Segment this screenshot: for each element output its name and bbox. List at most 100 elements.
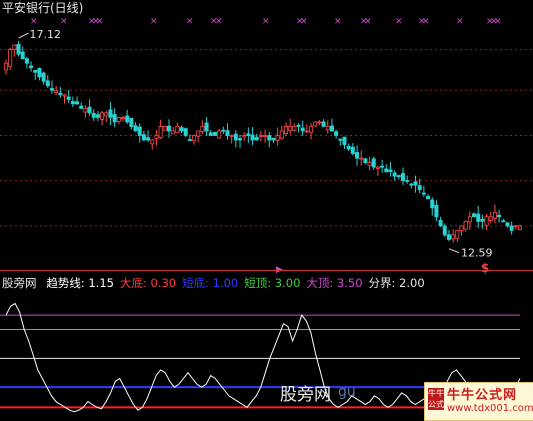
candle-body xyxy=(359,157,364,160)
candle-body xyxy=(321,121,326,127)
candle-body xyxy=(467,216,472,223)
candle-body xyxy=(375,166,380,169)
candle-body xyxy=(150,139,155,145)
candle-body xyxy=(296,124,301,127)
candle-body xyxy=(513,225,518,228)
candle-body xyxy=(41,72,46,82)
candle-body xyxy=(396,175,401,178)
cross-marker: ✕ xyxy=(395,17,403,27)
candle-body xyxy=(288,126,293,131)
candle-body xyxy=(505,222,510,227)
candle-body xyxy=(329,125,334,132)
candle-body xyxy=(459,225,464,232)
candle-body xyxy=(363,158,368,163)
candle-body xyxy=(258,135,263,137)
indicator-item: 短底: 1.00 xyxy=(182,276,239,290)
candle-body xyxy=(154,135,159,139)
candle-body xyxy=(146,137,151,141)
candle-body xyxy=(70,101,75,105)
indicator-item: 短顶: 3.00 xyxy=(244,276,301,290)
candle-body xyxy=(455,229,460,239)
candle-body xyxy=(246,133,251,136)
candle-body xyxy=(350,146,355,154)
candle-body xyxy=(334,131,339,136)
candle-body xyxy=(254,136,259,141)
annotation-leader xyxy=(448,248,460,254)
watermark-text: 股旁网 xyxy=(280,385,331,405)
annotation-leader xyxy=(18,32,29,39)
candle-body xyxy=(58,92,63,96)
candle-body xyxy=(263,135,268,137)
candle-body xyxy=(426,195,431,200)
indicator-item: 分界: 2.00 xyxy=(368,276,425,290)
candle-body xyxy=(355,152,360,159)
candle-body xyxy=(204,122,209,132)
candle-body xyxy=(283,126,288,134)
candle-body xyxy=(497,214,502,218)
brand-url: www.tdx001.com xyxy=(447,403,533,414)
chart-title: 平安银行(日线) xyxy=(2,1,84,15)
candle-body xyxy=(275,135,280,141)
chart-canvas: ✕✕✕✕✕✕✕✕✕✕✕✕✕✕✕✕✕✕✕✕✕✕ 17.1212.59$▶ xyxy=(0,17,533,413)
candle-body xyxy=(33,69,38,73)
cross-marker: ✕ xyxy=(215,17,223,27)
candle-body xyxy=(271,137,276,141)
candle-body xyxy=(87,106,92,114)
candle-body xyxy=(83,107,88,113)
indicator-item: 趋势线: 1.15 xyxy=(46,276,114,290)
candle-body xyxy=(20,51,25,60)
cross-marker: ✕ xyxy=(334,17,342,27)
candle-body xyxy=(442,225,447,236)
candle-body xyxy=(179,127,184,132)
cross-marker: ✕ xyxy=(422,17,430,27)
indicator-legend-bar: 股旁网 趋势线: 1.15 大底: 0.30 短底: 1.00 短顶: 3.00 大顶:… xyxy=(2,276,431,290)
high-price-label: 17.12 xyxy=(30,28,61,41)
candle-body xyxy=(66,96,71,100)
candle-body xyxy=(45,80,50,87)
candle-body xyxy=(501,220,506,223)
candle-body xyxy=(309,126,314,133)
candle-body xyxy=(175,126,180,134)
candle-body xyxy=(405,180,410,182)
panel-divider xyxy=(0,270,533,271)
price-grid xyxy=(0,49,533,227)
candle-body xyxy=(141,134,146,141)
candle-body xyxy=(187,139,192,141)
candle-body xyxy=(413,181,418,186)
candle-body xyxy=(238,138,243,141)
candle-body xyxy=(300,127,305,132)
candle-body xyxy=(221,129,226,132)
candle-body xyxy=(242,135,247,138)
candle-body xyxy=(75,101,80,105)
candle-body xyxy=(24,58,29,64)
candle-body xyxy=(480,218,485,222)
candle-body xyxy=(325,126,330,131)
candle-body xyxy=(62,94,67,97)
candle-body xyxy=(446,234,451,240)
brand-name: 牛牛公式网 xyxy=(447,388,518,403)
candle-body xyxy=(229,135,234,137)
candle-body xyxy=(250,134,255,141)
candle-body xyxy=(192,135,197,142)
candle-body xyxy=(12,44,17,50)
candle-body xyxy=(317,121,322,124)
candle-body xyxy=(346,145,351,150)
brand-logo: 牛牛 公式 牛牛公式网 www.tdx001.com xyxy=(424,382,533,421)
candle-body xyxy=(400,173,405,182)
candle-body xyxy=(37,68,42,78)
price-annotations: 17.1212.59$▶ xyxy=(18,28,492,275)
candle-body xyxy=(304,130,309,133)
candle-body xyxy=(49,88,54,91)
brand-seal-icon: 牛牛 公式 xyxy=(428,388,444,410)
candle-body xyxy=(338,138,343,141)
candle-body xyxy=(54,89,59,93)
candle-body xyxy=(162,126,167,131)
cross-marker: ✕ xyxy=(494,17,502,27)
candle-body xyxy=(417,185,422,191)
candle-body xyxy=(116,117,121,122)
candle-body xyxy=(91,112,96,118)
candle-body xyxy=(380,165,385,168)
candle-body xyxy=(421,192,426,195)
candle-body xyxy=(509,225,514,231)
candle-body xyxy=(95,114,100,118)
